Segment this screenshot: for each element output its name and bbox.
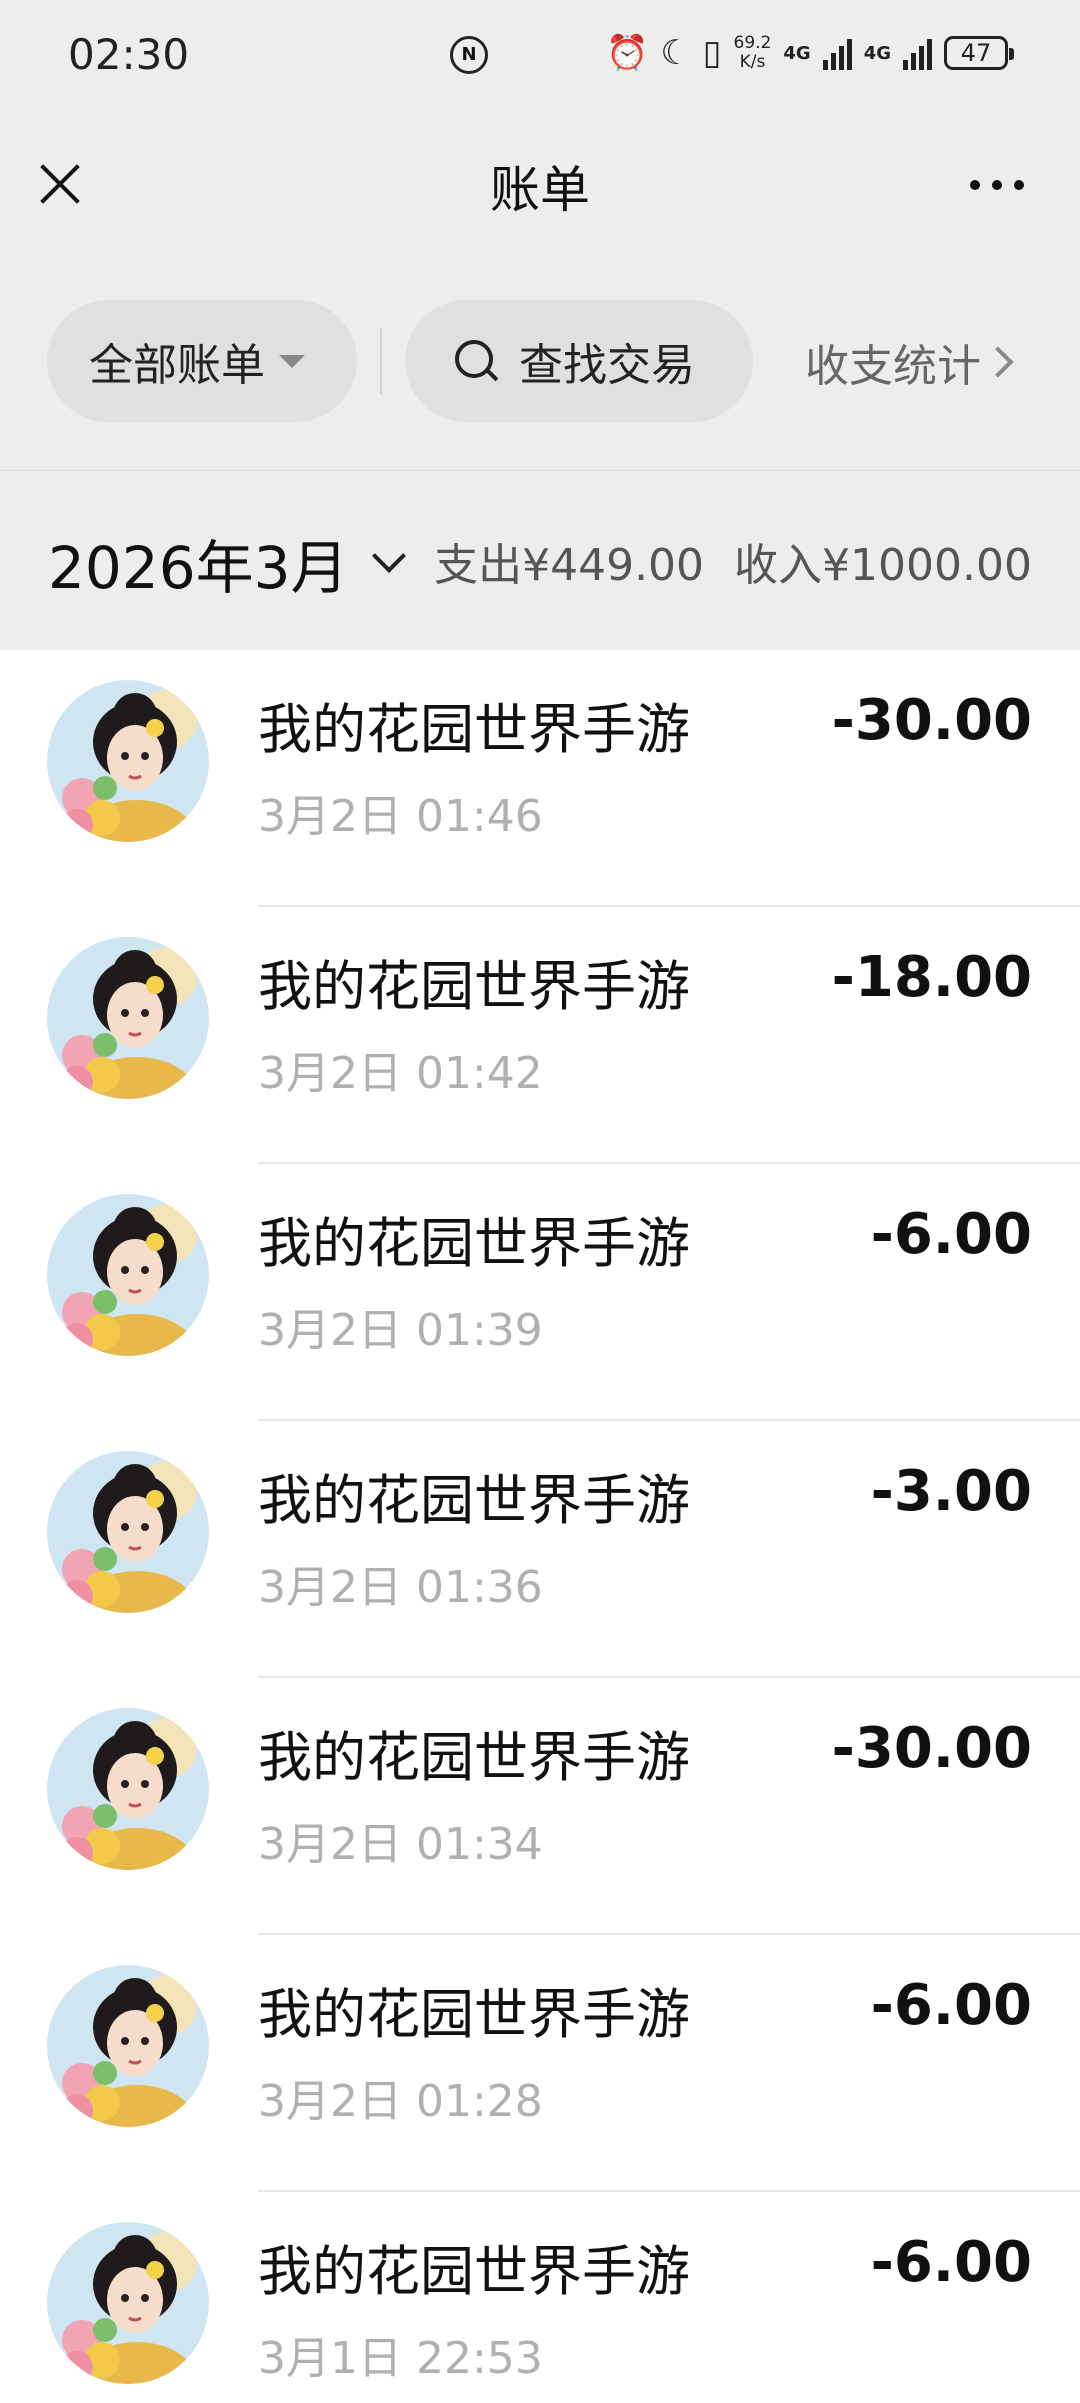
transaction-row[interactable]: 我的花园世界手游 3月2日 01:39 -6.00 [0, 1164, 1080, 1421]
vibrate-icon: ▯ [702, 33, 722, 73]
transaction-row[interactable]: 我的花园世界手游 3月1日 22:53 -6.00 [0, 2192, 1080, 2403]
transaction-row[interactable]: 我的花园世界手游 3月2日 01:36 -3.00 [0, 1421, 1080, 1678]
all-bills-dropdown[interactable]: 全部账单 [47, 300, 357, 422]
transaction-time: 3月2日 01:46 [258, 791, 543, 842]
avatar [47, 1451, 209, 1613]
transaction-title: 我的花园世界手游 [258, 955, 690, 1018]
transaction-time: 3月2日 01:28 [258, 2076, 543, 2127]
transaction-amount: -6.00 [870, 1202, 1032, 1267]
month-label: 2026年3月 [48, 534, 349, 602]
chevron-right-icon [982, 346, 1014, 378]
avatar [47, 2222, 209, 2384]
search-transactions-button[interactable]: 查找交易 [405, 300, 753, 422]
net-speed: 69.2 K/s [734, 34, 772, 72]
divider [380, 328, 382, 394]
page-title: 账单 [490, 161, 590, 219]
month-summary: 2026年3月 支出¥449.00 收入¥1000.00 [0, 470, 1080, 651]
month-selector[interactable]: 2026年3月 [48, 521, 406, 605]
avatar [47, 1965, 209, 2127]
transaction-title: 我的花园世界手游 [258, 698, 690, 761]
alarm-icon: ⏰ [605, 33, 649, 73]
transaction-time: 3月1日 22:53 [258, 2333, 543, 2384]
battery-icon: 47 [944, 36, 1014, 70]
transaction-title: 我的花园世界手游 [258, 1469, 690, 1532]
transaction-amount: -6.00 [870, 1973, 1032, 2038]
transaction-amount: -3.00 [870, 1459, 1032, 1524]
transaction-amount: -6.00 [870, 2230, 1032, 2295]
transaction-row[interactable]: 我的花园世界手游 3月2日 01:28 -6.00 [0, 1935, 1080, 2192]
income-total: 收入¥1000.00 [734, 540, 1032, 591]
expense-total: 支出¥449.00 [434, 540, 705, 591]
more-icon[interactable] [970, 170, 1030, 200]
avatar [47, 1708, 209, 1870]
all-bills-label: 全部账单 [89, 340, 265, 391]
status-icons: ⏰ ☾ ▯ 69.2 K/s 4G 4G 47 [605, 30, 1014, 76]
transaction-title: 我的花园世界手游 [258, 1726, 690, 1789]
transaction-title: 我的花园世界手游 [258, 1983, 690, 2046]
sim2-type: 4G [863, 42, 891, 64]
transaction-row[interactable]: 我的花园世界手游 3月2日 01:34 -30.00 [0, 1678, 1080, 1935]
signal-icon [822, 36, 852, 70]
status-time: 02:30 [68, 30, 190, 79]
net-speed-unit: K/s [739, 52, 766, 72]
transaction-time: 3月2日 01:42 [258, 1048, 543, 1099]
sim1-type: 4G [783, 42, 811, 64]
transaction-list: 我的花园世界手游 3月2日 01:46 -30.00 我的花园世界手游 3月2日… [0, 650, 1080, 2403]
transaction-amount: -30.00 [831, 1716, 1032, 1781]
nfc-icon: N [450, 36, 488, 74]
net-speed-value: 69.2 [733, 33, 772, 53]
transaction-row[interactable]: 我的花园世界手游 3月2日 01:42 -18.00 [0, 907, 1080, 1164]
avatar [47, 1194, 209, 1356]
avatar [47, 680, 209, 842]
chevron-down-icon [371, 539, 406, 573]
signal-icon-2 [903, 36, 932, 70]
nav-bar: 账单 [0, 110, 1080, 260]
filter-row: 全部账单 查找交易 收支统计 [0, 300, 1080, 425]
status-bar: 02:30 N ⏰ ☾ ▯ 69.2 K/s 4G 4G 47 [0, 0, 1080, 110]
stats-label: 收支统计 [805, 341, 981, 392]
search-label: 查找交易 [519, 340, 695, 391]
transaction-amount: -30.00 [831, 688, 1032, 753]
transaction-amount: -18.00 [831, 945, 1032, 1010]
stats-link[interactable]: 收支统计 [805, 330, 1014, 394]
moon-icon: ☾ [660, 33, 691, 73]
search-icon [455, 340, 497, 382]
transaction-row[interactable]: 我的花园世界手游 3月2日 01:46 -30.00 [0, 650, 1080, 907]
transaction-time: 3月2日 01:39 [258, 1305, 543, 1356]
transaction-time: 3月2日 01:36 [258, 1562, 543, 1613]
transaction-time: 3月2日 01:34 [258, 1819, 543, 1870]
caret-down-icon [279, 354, 305, 368]
totals: 支出¥449.00 收入¥1000.00 [434, 529, 1032, 593]
transaction-title: 我的花园世界手游 [258, 1212, 690, 1275]
transaction-title: 我的花园世界手游 [258, 2240, 690, 2303]
avatar [47, 937, 209, 1099]
